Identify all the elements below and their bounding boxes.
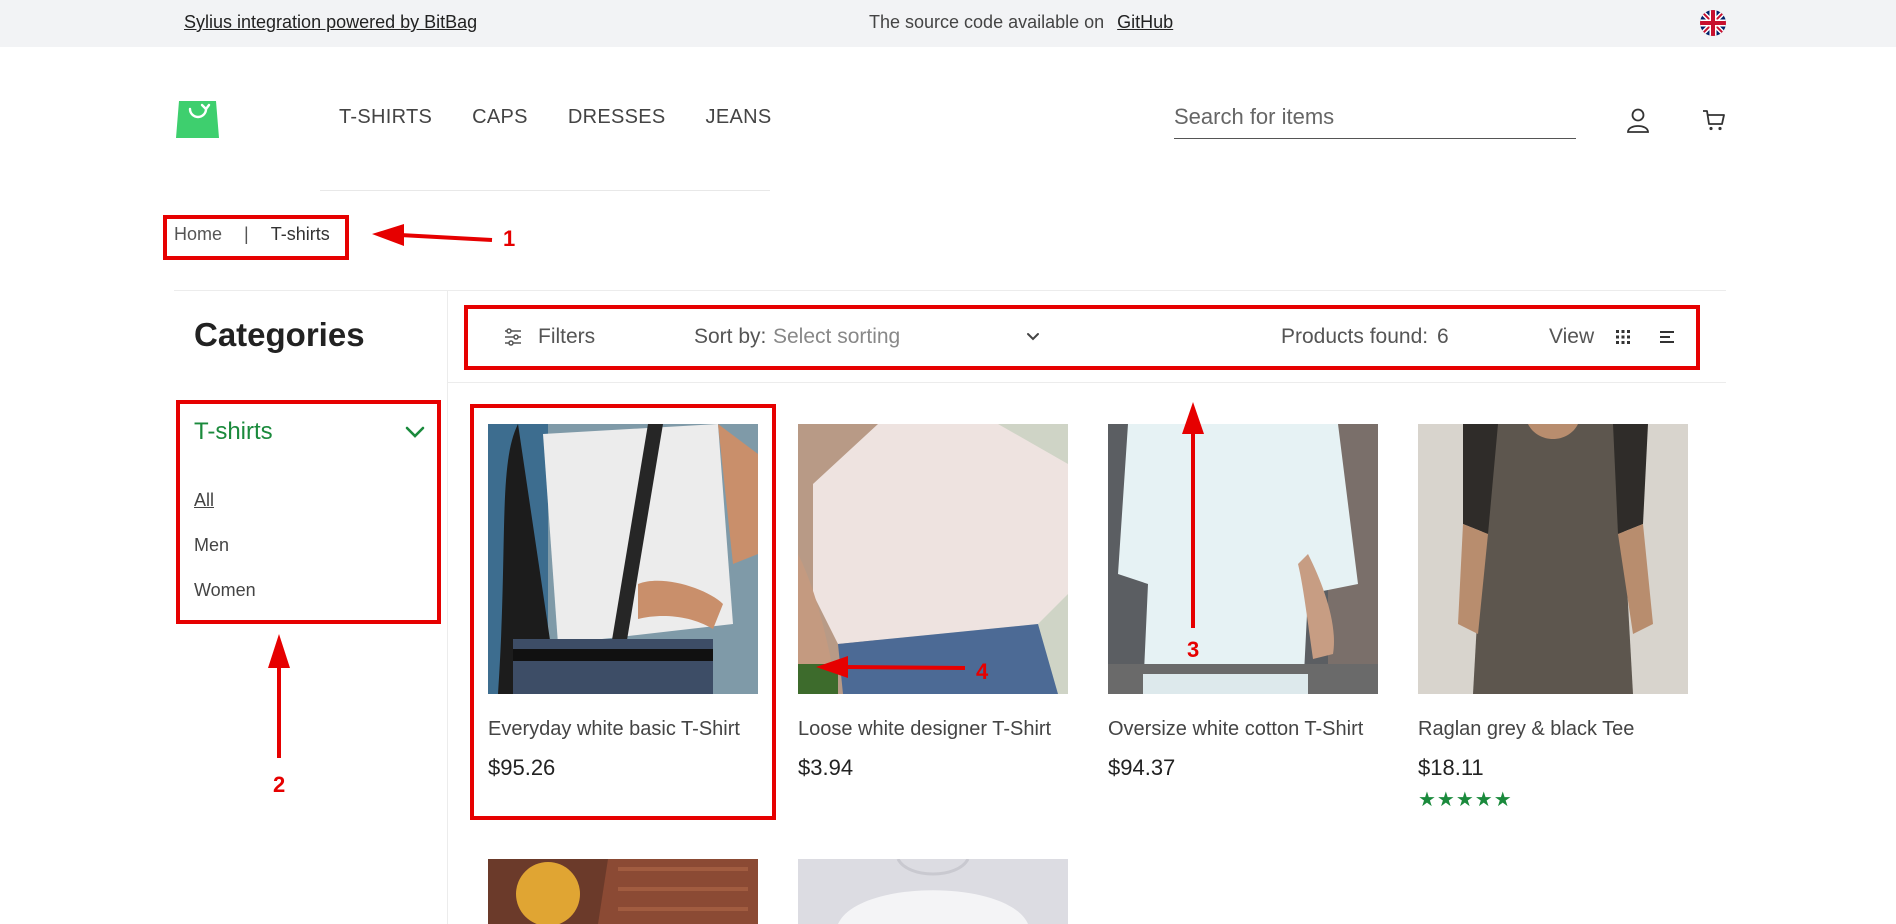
- content-divider-top: [174, 290, 1726, 291]
- nav-divider: [320, 190, 770, 191]
- annotation-box-breadcrumb: [163, 215, 349, 260]
- search-input[interactable]: Search for items: [1174, 104, 1576, 139]
- rating-stars: ★★★★★: [1418, 789, 1513, 811]
- product-price: $94.37: [1108, 755, 1176, 780]
- product-price: $3.94: [798, 755, 854, 780]
- annotation-box-product-card: [470, 404, 776, 820]
- uk-flag-icon[interactable]: [1700, 10, 1726, 36]
- annotation-label-2: 2: [273, 772, 286, 797]
- search-placeholder: Search for items: [1174, 104, 1335, 129]
- product-name[interactable]: Loose white designer T-Shirt: [798, 718, 1068, 741]
- sidebar-divider: [447, 290, 448, 924]
- toolbar-divider: [448, 382, 1726, 383]
- annotation-box-toolbar: [464, 305, 1700, 370]
- cart-icon[interactable]: [1702, 108, 1726, 132]
- product-card[interactable]: Loose white designer T-Shirt $3.94: [798, 424, 1068, 781]
- github-link[interactable]: GitHub: [1117, 12, 1173, 32]
- categories-title: Categories: [194, 316, 365, 353]
- product-image-loose-white[interactable]: [798, 424, 1068, 694]
- source-code-text: The source code available on: [869, 12, 1105, 32]
- nav-item-caps[interactable]: CAPS: [472, 106, 528, 129]
- nav-item-dresses[interactable]: DRESSES: [568, 106, 666, 129]
- source-code-notice: The source code available on GitHub: [869, 12, 1173, 33]
- product-image-row2-1[interactable]: [488, 859, 758, 924]
- nav-item-t-shirts[interactable]: T-SHIRTS: [339, 106, 432, 129]
- shopping-bag-logo-icon[interactable]: [175, 95, 220, 138]
- product-card[interactable]: Oversize white cotton T-Shirt $94.37: [1108, 424, 1378, 781]
- main-nav: T-SHIRTS CAPS DRESSES JEANS: [339, 106, 771, 129]
- top-bar: Sylius integration powered by BitBag The…: [0, 0, 1896, 47]
- nav-item-jeans[interactable]: JEANS: [706, 106, 772, 129]
- annotation-label-3: 3: [1187, 637, 1200, 662]
- product-price: $18.11: [1418, 755, 1484, 780]
- annotation-label-4: 4: [976, 659, 989, 684]
- product-card[interactable]: Raglan grey & black Tee $18.11 ★★★★★: [1418, 424, 1688, 812]
- product-name[interactable]: Raglan grey & black Tee: [1418, 718, 1688, 741]
- product-image-oversize-white[interactable]: [1108, 424, 1378, 694]
- user-icon[interactable]: [1626, 107, 1650, 133]
- product-name[interactable]: Oversize white cotton T-Shirt: [1108, 718, 1378, 741]
- product-image-raglan-grey[interactable]: [1418, 424, 1688, 694]
- annotation-box-categories: [176, 400, 441, 624]
- annotation-label-1: 1: [503, 226, 516, 251]
- product-image-row2-2[interactable]: [798, 859, 1068, 924]
- bitbag-link[interactable]: Sylius integration powered by BitBag: [184, 12, 477, 33]
